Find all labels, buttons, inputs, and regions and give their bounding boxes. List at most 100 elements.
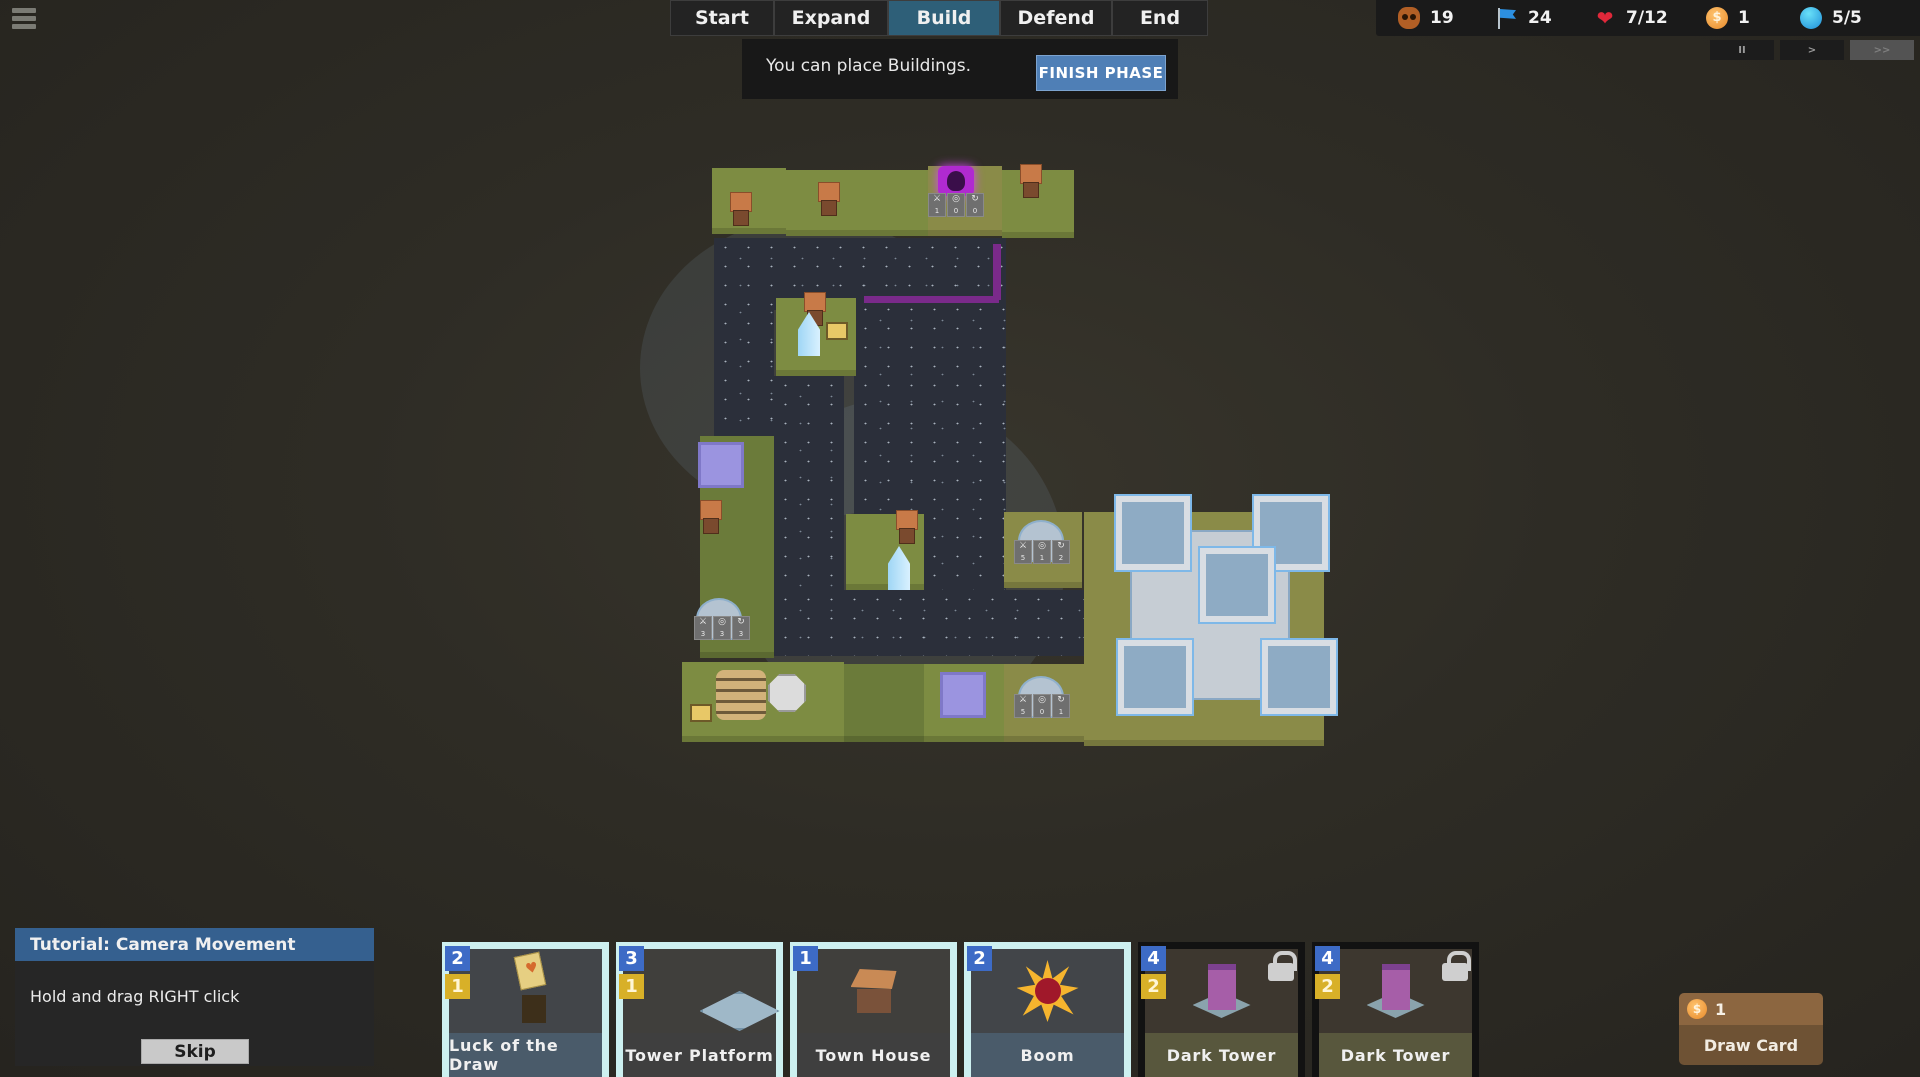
mana-counter: 5/5 <box>1800 0 1862 36</box>
town-house-icon <box>851 969 897 1013</box>
coin-icon <box>1706 7 1728 29</box>
mana-value: 5/5 <box>1832 8 1862 28</box>
flag-icon <box>1496 7 1518 29</box>
card-gold-badge: 1 <box>445 974 470 999</box>
card-name: Town House <box>797 1033 950 1077</box>
tab-expand[interactable]: Expand <box>775 1 887 35</box>
enemy-path <box>774 590 1119 656</box>
card-cost-badge: 3 <box>619 946 644 971</box>
tab-build[interactable]: Build <box>889 1 999 35</box>
speed-stat: ↻ 3 <box>732 616 750 640</box>
sword-icon: ⚔ <box>1018 695 1028 706</box>
card-art <box>623 949 780 1033</box>
sword-icon: ⚔ <box>932 194 942 205</box>
draw-card-cost: 1 <box>1679 993 1823 1025</box>
draw-card-cost-value: 1 <box>1715 999 1727 1019</box>
damage-stat: ⚔ 1 <box>928 193 946 217</box>
supply-crate[interactable] <box>826 322 848 340</box>
speed-stat: ↻ 1 <box>1052 694 1070 718</box>
card-art <box>449 949 602 1033</box>
target-icon: ◎ <box>1038 695 1046 706</box>
tower-stats: ⚔ 1 ◎ 0 ↻ 0 <box>928 193 984 217</box>
explosion-icon <box>1016 960 1079 1022</box>
farm-field[interactable] <box>716 670 766 720</box>
lock-icon <box>1442 951 1471 981</box>
range-stat: ◎ 1 <box>1033 540 1051 564</box>
card-art <box>971 949 1124 1033</box>
gold-counter: 1 <box>1706 0 1750 36</box>
fast-forward-button[interactable]: >> <box>1850 40 1914 60</box>
card-cost-badge: 4 <box>1141 946 1166 971</box>
finish-phase-button[interactable]: FINISH PHASE <box>1036 55 1166 91</box>
card-gold-badge: 2 <box>1315 974 1340 999</box>
card-cost-badge: 2 <box>445 946 470 971</box>
castle-tower <box>1118 640 1192 714</box>
skip-button[interactable]: Skip <box>141 1039 249 1064</box>
heart-icon: ❤ <box>1596 6 1614 30</box>
sword-icon: ⚔ <box>1018 541 1028 552</box>
range-stat: ◎ 3 <box>713 616 731 640</box>
pause-button[interactable]: II <box>1710 40 1774 60</box>
target-icon: ◎ <box>952 194 960 205</box>
tower-platform-icon <box>699 991 780 1031</box>
tutorial-body: Hold and drag RIGHT click <box>30 987 240 1006</box>
enemies-value: 19 <box>1430 8 1454 28</box>
town-house[interactable] <box>700 500 722 534</box>
rotate-icon: ↻ <box>971 194 979 205</box>
silo-building[interactable] <box>768 674 806 712</box>
speed-stat: ↻ 0 <box>966 193 984 217</box>
draw-card-button[interactable]: 1 Draw Card <box>1679 993 1823 1065</box>
tab-start[interactable]: Start <box>671 1 773 35</box>
town-house[interactable] <box>1020 164 1042 198</box>
fortress-building[interactable] <box>698 442 744 488</box>
grass-tile[interactable] <box>786 170 928 236</box>
tower-stats: ⚔ 5 ◎ 1 ↻ 2 <box>1014 540 1070 564</box>
tab-defend[interactable]: Defend <box>1001 1 1111 35</box>
card-boom[interactable]: Boom 2 <box>964 942 1131 1077</box>
card-dark-tower[interactable]: Dark Tower 4 2 <box>1312 942 1479 1077</box>
card-luck-of-the-draw[interactable]: Luck of the Draw 2 1 <box>442 942 609 1077</box>
skull-icon <box>1398 7 1420 29</box>
enemies-counter: 19 <box>1398 0 1454 36</box>
tab-end[interactable]: End <box>1113 1 1207 35</box>
phase-info-panel: You can place Buildings. FINISH PHASE <box>742 39 1178 99</box>
tutorial-panel: Tutorial: Camera Movement Hold and drag … <box>15 928 374 1066</box>
rotate-icon: ↻ <box>1057 541 1065 552</box>
target-icon: ◎ <box>718 617 726 628</box>
damage-stat: ⚔ 5 <box>1014 694 1032 718</box>
play-button[interactable]: > <box>1780 40 1844 60</box>
card-tower-platform[interactable]: Tower Platform 3 1 <box>616 942 783 1077</box>
card-name: Tower Platform <box>623 1033 776 1077</box>
fortress-building[interactable] <box>940 672 986 718</box>
card-dark-tower[interactable]: Dark Tower 4 2 <box>1138 942 1305 1077</box>
damage-stat: ⚔ 3 <box>694 616 712 640</box>
town-house[interactable] <box>896 510 918 544</box>
card-town-house[interactable]: Town House 1 <box>790 942 957 1077</box>
resource-bar: 19 24 ❤ 7/12 1 5/5 <box>1376 0 1920 36</box>
speed-controls: II > >> <box>1710 40 1914 60</box>
draw-card-label: Draw Card <box>1679 1025 1823 1065</box>
card-name: Dark Tower <box>1319 1033 1472 1077</box>
dark-tower-icon <box>1191 960 1253 1022</box>
card-cost-badge: 1 <box>793 946 818 971</box>
game-board[interactable]: ⚔ 1 ◎ 0 ↻ 0 ⚔ 5 ◎ 1 ↻ 2 ⚔ 3 ◎ 3 ↻ 3 ⚔ 5 ◎ 0 ↻ 1 <box>0 0 1920 1077</box>
phase-tabs: Start Expand Build Defend End <box>670 0 1208 36</box>
tower-stats: ⚔ 3 ◎ 3 ↻ 3 <box>694 616 750 640</box>
card-cost-badge: 2 <box>967 946 992 971</box>
dark-tower-icon <box>1365 960 1427 1022</box>
supply-crate[interactable] <box>690 704 712 722</box>
rotate-icon: ↻ <box>1057 695 1065 706</box>
health-value: 7/12 <box>1626 8 1668 28</box>
card-gold-badge: 2 <box>1141 974 1166 999</box>
orb-icon <box>1800 7 1822 29</box>
town-house[interactable] <box>730 192 752 226</box>
town-house[interactable] <box>818 182 840 216</box>
card-name: Dark Tower <box>1145 1033 1298 1077</box>
range-stat: ◎ 0 <box>947 193 965 217</box>
wave-value: 24 <box>1528 8 1552 28</box>
grass-tile[interactable] <box>844 664 924 742</box>
target-icon: ◎ <box>1038 541 1046 552</box>
rotate-icon: ↻ <box>737 617 745 628</box>
tower-stats: ⚔ 5 ◎ 0 ↻ 1 <box>1014 694 1070 718</box>
castle-tower <box>1200 548 1274 622</box>
